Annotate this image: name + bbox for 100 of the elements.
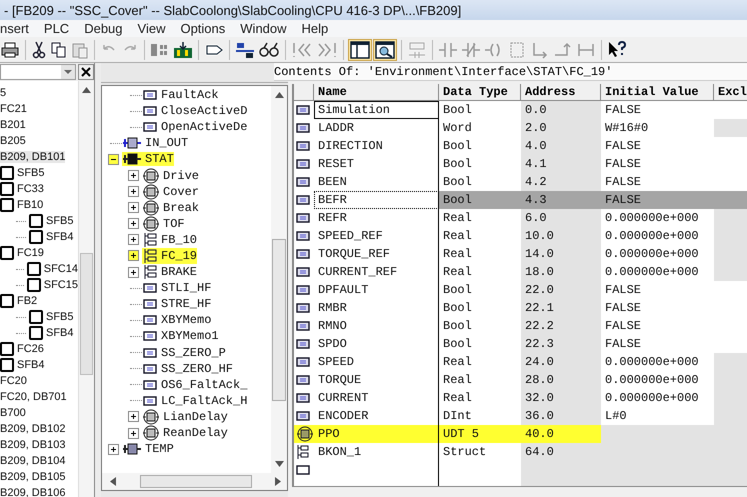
horizontal-scrollbar[interactable] (102, 473, 287, 490)
column-header[interactable]: Name (314, 84, 439, 100)
block-list-item[interactable]: FC20 (0, 375, 27, 387)
tree-item[interactable]: FaultAck (142, 88, 219, 102)
scroll-thumb[interactable] (80, 253, 93, 375)
block-list-item[interactable]: B209, DB101 (0, 151, 66, 163)
block-list-item[interactable]: FB2 (17, 295, 38, 307)
scroll-thumb[interactable] (140, 475, 252, 488)
menu-item[interactable]: View (130, 21, 174, 36)
tree-item[interactable]: TOF (142, 216, 185, 232)
block-list-item[interactable]: FC21 (0, 103, 27, 115)
block-list-item[interactable]: B201 (0, 119, 26, 131)
tree-item[interactable]: XBYMemo1 (142, 329, 219, 344)
block-list-item[interactable]: B700 (0, 407, 26, 419)
block-list-item[interactable]: FC20, DB701 (0, 391, 67, 403)
zoom-window-icon[interactable] (374, 40, 396, 60)
window-layout-icon[interactable] (349, 40, 371, 60)
menu-item[interactable]: Help (294, 21, 336, 36)
scroll-up-icon[interactable] (82, 87, 91, 93)
scroll-down-icon[interactable] (274, 461, 284, 467)
tree-item[interactable]: OpenActiveDe (142, 120, 248, 134)
vertical-scrollbar[interactable] (271, 86, 287, 473)
tree-item[interactable]: STRE_HF (142, 297, 212, 312)
cut-icon[interactable] (31, 40, 47, 58)
block-list-item[interactable]: B205 (0, 135, 26, 147)
tree-item[interactable]: FB_10 (142, 232, 198, 248)
table-row[interactable]: BKON_1 Struct 64.0 (294, 443, 747, 461)
tree-item[interactable]: BRAKE (142, 264, 198, 280)
tree-item[interactable]: CloseActiveD (142, 104, 248, 118)
tree-item[interactable]: XBYMemo (142, 313, 212, 328)
tree-item[interactable]: Cover (142, 184, 200, 200)
tree-item[interactable]: IN_OUT (122, 136, 188, 150)
table-row[interactable]: SPEED Real 24.0 0.000000e+000 (294, 353, 747, 371)
tree-item[interactable]: SS_ZERO_P (142, 346, 226, 360)
scroll-left-icon[interactable] (110, 477, 116, 486)
print-icon[interactable] (0, 40, 20, 58)
block-list-item[interactable]: B209, DB102 (0, 423, 66, 435)
table-row[interactable]: RMNO Bool 22.2 FALSE (294, 317, 747, 335)
block-list-item[interactable]: B209, DB103 (0, 439, 66, 451)
menu-item[interactable]: Window (233, 21, 295, 36)
download-icon[interactable] (173, 40, 193, 58)
table-row[interactable]: CURRENT_REF Real 18.0 0.000000e+000 (294, 263, 747, 281)
tree-item[interactable]: OS6_FaltAck_ (142, 378, 248, 392)
block-list-item[interactable]: B209, DB104 (0, 455, 66, 467)
menu-item[interactable]: PLC (36, 21, 78, 36)
tree-item[interactable]: STAT (122, 152, 174, 166)
vertical-scrollbar[interactable] (78, 81, 94, 497)
menu-item[interactable]: Debug (77, 21, 131, 36)
tree-item[interactable]: SS_ZERO_HF (142, 362, 234, 376)
column-header[interactable]: Initial Value (601, 84, 714, 100)
tree-item[interactable]: LC_FaltAck_H (142, 394, 248, 408)
tree-item[interactable]: Break (142, 200, 200, 216)
tree-item[interactable]: ReanDelay (142, 425, 228, 442)
block-list-item[interactable]: SFB5 (17, 167, 45, 179)
tree-item[interactable]: LianDelay (142, 408, 228, 425)
tree-item[interactable]: FC_19 (142, 248, 198, 264)
close-icon[interactable] (78, 64, 94, 80)
table-row[interactable]: BEFR Bool 4.3 FALSE (294, 191, 747, 209)
table-row[interactable]: DIRECTION Bool 4.0 FALSE (294, 137, 747, 155)
table-row[interactable]: REFR Real 6.0 0.000000e+000 (294, 209, 747, 227)
scroll-thumb[interactable] (272, 238, 286, 400)
glasses-icon[interactable] (258, 40, 280, 58)
table-row[interactable]: RMBR Bool 22.1 FALSE (294, 299, 747, 317)
table-row[interactable]: BEEN Bool 4.2 FALSE (294, 173, 747, 191)
table-row[interactable]: SPDO Bool 22.3 FALSE (294, 335, 747, 353)
block-list-item[interactable]: SFB4 (17, 359, 45, 371)
menu-item[interactable]: Options (173, 21, 234, 36)
dropdown-field[interactable] (0, 64, 76, 80)
scroll-right-icon[interactable] (275, 477, 281, 486)
table-row[interactable]: TORQUE Real 28.0 0.000000e+000 (294, 371, 747, 389)
block-list-item[interactable]: FC33 (17, 183, 44, 195)
table-row[interactable]: Simulation Bool 0.0 FALSE (294, 101, 747, 119)
block-list-item[interactable]: SFB5 (46, 215, 74, 227)
copy-icon[interactable] (50, 40, 68, 58)
table-row[interactable]: PPO UDT 5 40.0 (294, 425, 747, 443)
table-row[interactable]: LADDR Word 2.0 W#16#0 (294, 119, 747, 137)
block-list-item[interactable]: FC26 (17, 343, 44, 355)
block-list-item[interactable]: SFC15 (44, 279, 78, 291)
table-row[interactable]: SPEED_REF Real 10.0 0.000000e+000 (294, 227, 747, 245)
tree-item[interactable]: Drive (142, 168, 200, 184)
block-list-item[interactable]: SFB5 (46, 311, 74, 323)
block-list-item[interactable]: 5 (0, 87, 6, 99)
block-list-item[interactable]: SFB4 (46, 231, 74, 243)
column-header[interactable]: Address (521, 84, 601, 100)
block-list-item[interactable]: SFC14 (44, 263, 78, 275)
tree-item[interactable]: TEMP (122, 442, 174, 456)
scroll-up-icon[interactable] (274, 92, 284, 98)
block-list-item[interactable]: FC19 (17, 247, 44, 259)
help-pointer-icon[interactable] (607, 40, 627, 58)
table-row[interactable]: TORQUE_REF Real 14.0 0.000000e+000 (294, 245, 747, 263)
block-list-item[interactable]: B209, DB105 (0, 471, 66, 483)
block-list-item[interactable]: SFB4 (46, 327, 74, 339)
tree-item[interactable]: STLI_HF (142, 281, 212, 296)
menu-item[interactable]: nsert (0, 21, 37, 36)
table-row[interactable]: RESET Bool 4.1 FALSE (294, 155, 747, 173)
column-header[interactable]: Data Type (439, 84, 521, 100)
table-row[interactable]: DPFAULT Bool 22.0 FALSE (294, 281, 747, 299)
network-icon[interactable] (235, 40, 255, 58)
column-header[interactable]: Excl (714, 84, 747, 100)
table-row[interactable]: CURRENT Real 32.0 0.000000e+000 (294, 389, 747, 407)
